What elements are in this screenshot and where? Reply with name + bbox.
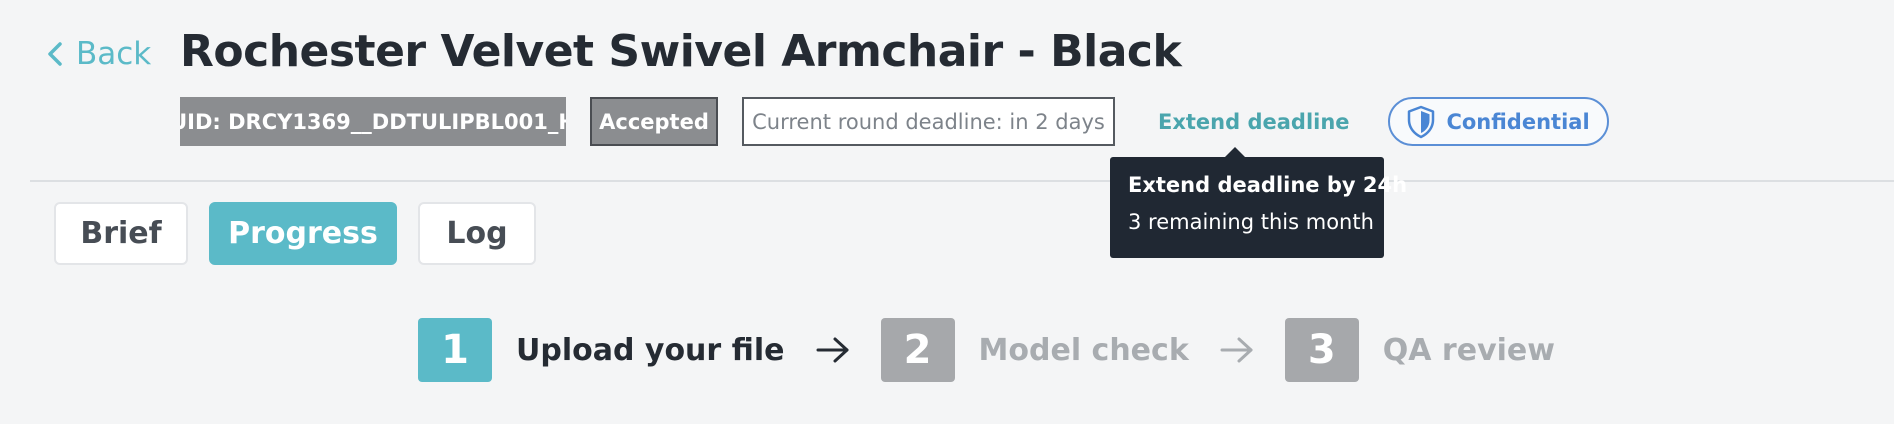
tooltip-subtitle: 3 remaining this month [1128,210,1374,234]
tooltip-title: Extend deadline by 24h [1128,173,1408,197]
step-3-number: 3 [1284,318,1359,382]
tab-bar: Brief Progress Log [54,202,536,265]
tab-log[interactable]: Log [418,202,536,265]
extend-deadline-tooltip: Extend deadline by 24h 3 remaining this … [1110,147,1408,258]
step-3-label: QA review [1382,332,1555,368]
shield-icon [1408,105,1435,138]
progress-steps: 1 Upload your file 2 Model check 3 QA re… [418,318,1555,382]
tab-progress[interactable]: Progress [209,202,397,265]
step-2-number: 2 [880,318,955,382]
confidential-label: Confidential [1446,109,1590,134]
step-1-number: 1 [418,318,492,382]
meta-row: UID: DRCY1369__DDTULIPBL001_H Accepted C… [180,97,1609,146]
confidential-badge: Confidential [1387,97,1609,146]
chevron-left-icon [48,42,62,66]
back-label: Back [76,36,152,72]
uid-badge: UID: DRCY1369__DDTULIPBL001_H [180,97,566,146]
page-title: Rochester Velvet Swivel Armchair - Black [180,26,1182,77]
arrow-right-icon [816,337,849,363]
step-2-label: Model check [978,332,1189,368]
back-link[interactable]: Back [46,36,151,72]
step-1-label: Upload your file [516,332,785,368]
header-divider [30,180,1894,182]
arrow-right-icon [1220,337,1253,363]
extend-deadline-link[interactable]: Extend deadline [1158,110,1350,134]
tab-brief[interactable]: Brief [54,202,188,265]
status-badge: Accepted [590,97,718,146]
deadline-badge: Current round deadline: in 2 days [742,97,1115,146]
